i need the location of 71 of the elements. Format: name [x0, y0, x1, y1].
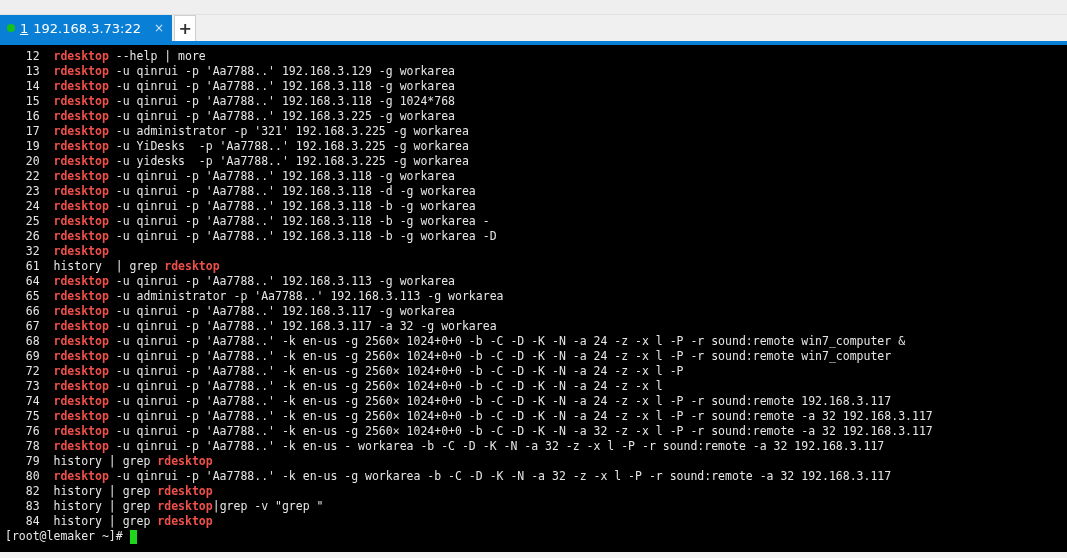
line-number: 20 [24, 154, 40, 169]
session-tab[interactable]: 1 192.168.3.73:22 × [0, 15, 173, 41]
command-text: history | grep rdesktop|grep -v "grep " [53, 499, 324, 514]
command-text: rdesktop -u qinrui -p 'Aa7788..' 192.168.3.117 -g workarea [53, 304, 456, 319]
line-number: 76 [24, 424, 40, 439]
command-text: rdesktop -u qinrui -p 'Aa7788..' -k en-us -g 2560× 1024+0+0 -b -C -D -K -N -a 24 -z -x l [53, 379, 663, 394]
line-number: 23 [24, 184, 40, 199]
line-number: 73 [24, 379, 40, 394]
line-number: 64 [24, 274, 40, 289]
command-text: rdesktop -u qinrui -p 'Aa7788..' -k en-us -g 2560× 1024+0+0 -b -C -D -K -N -a 24 -z -x l -P -r sound:remote 192.168.3.117 [53, 394, 892, 409]
command-text: rdesktop -u qinrui -p 'Aa7788..' 192.168.3.113 -g workarea [53, 274, 456, 289]
command-text: history | grep rdesktop [53, 454, 213, 469]
command-text: rdesktop -u qinrui -p 'Aa7788..' 192.168.3.129 -g workarea [53, 64, 456, 79]
line-number: 83 [24, 499, 40, 514]
line-number: 84 [24, 514, 40, 529]
command-text: rdesktop -u qinrui -p 'Aa7788..' 192.168.3.118 -b -g workarea - [53, 214, 490, 229]
line-number: 72 [24, 364, 40, 379]
command-text: rdesktop -u qinrui -p 'Aa7788..' 192.168.3.118 -d -g workarea [53, 184, 476, 199]
command-text: rdesktop -u yidesks -p 'Aa7788..' 192.168.3.225 -g workarea [53, 154, 469, 169]
text-cursor [129, 529, 137, 544]
command-text: rdesktop [53, 244, 109, 259]
new-tab-button[interactable]: + [174, 15, 197, 41]
line-number: 68 [24, 334, 40, 349]
command-text: rdesktop -u administrator -p 'Aa7788..' 192.168.3.113 -g workarea [53, 289, 504, 304]
command-text: rdesktop -u qinrui -p 'Aa7788..' -k en-us -g workarea -b -C -D -K -N -a 32 -z -x l -P -r sound:remote -a 32 192.168.3.117 [53, 469, 892, 484]
command-text: rdesktop -u qinrui -p 'Aa7788..' 192.168.3.225 -g workarea [53, 109, 456, 124]
close-button[interactable]: × [154, 21, 165, 35]
command-text: rdesktop -u qinrui -p 'Aa7788..' -k en-us -g 2560× 1024+0+0 -b -C -D -K -N -a 24 -z -x l -P [53, 364, 684, 379]
line-number: 19 [24, 139, 40, 154]
line-number: 69 [24, 349, 40, 364]
command-text: history | grep rdesktop [53, 484, 213, 499]
line-number: 65 [24, 289, 40, 304]
command-text: rdesktop -u qinrui -p 'Aa7788..' -k en-us -g 2560× 1024+0+0 -b -C -D -K -N -a 24 -z -x l -P -r sound:remote win7_computer & [53, 334, 906, 349]
command-text: rdesktop -u qinrui -p 'Aa7788..' -k en-us -g 2560× 1024+0+0 -b -C -D -K -N -a 32 -z -x l -P -r sound:remote -a 32 192.168.3.117 [53, 424, 933, 439]
command-text: history | grep rdesktop [53, 259, 220, 274]
line-number: 14 [24, 79, 40, 94]
line-number: 25 [24, 214, 40, 229]
command-text: rdesktop -u qinrui -p 'Aa7788..' 192.168.3.117 -a 32 -g workarea [53, 319, 497, 334]
command-text: rdesktop -u qinrui -p 'Aa7788..' 192.168.3.118 -b -g workarea [53, 199, 476, 214]
command-text: rdesktop -u YiDesks -p 'Aa7788..' 192.168.3.225 -g workarea [53, 139, 469, 154]
command-text: rdesktop -u qinrui -p 'Aa7788..' -k en-us - workarea -b -C -D -K -N -a 32 -z -x l -P -r sound:remote -a 32 192.168.3.117 [53, 439, 885, 454]
command-text: rdesktop -u qinrui -p 'Aa7788..' -k en-us -g 2560× 1024+0+0 -b -C -D -K -N -a 24 -z -x l -P -r sound:remote win7_computer [53, 349, 892, 364]
line-number: 75 [24, 409, 40, 424]
tab-label: 192.168.3.73:22 [33, 20, 142, 36]
command-text: rdesktop -u qinrui -p 'Aa7788..' 192.168.3.118 -g workarea [53, 169, 456, 184]
line-number: 78 [24, 439, 40, 454]
line-number: 74 [24, 394, 40, 409]
command-text: rdesktop -u qinrui -p 'Aa7788..' 192.168.3.118 -g workarea [53, 79, 456, 94]
shell-prompt: [root@lemaker ~]# [5, 529, 123, 544]
tab-number: 1 [20, 20, 29, 36]
line-number: 61 [24, 259, 40, 274]
line-number: 79 [24, 454, 40, 469]
line-number: 15 [24, 94, 40, 109]
command-text: rdesktop -u qinrui -p 'Aa7788..' 192.168.3.118 -b -g workarea -D [53, 229, 497, 244]
command-text: rdesktop -u qinrui -p 'Aa7788..' -k en-us -g 2560× 1024+0+0 -b -C -D -K -N -a 24 -z -x l -P -r sound:remote -a 32 192.168.3.117 [53, 409, 933, 424]
line-number: 66 [24, 304, 40, 319]
line-number: 26 [24, 229, 40, 244]
line-number: 13 [24, 64, 40, 79]
command-text: history | grep rdesktop [53, 514, 213, 529]
command-text: rdesktop -u qinrui -p 'Aa7788..' 192.168.3.118 -g 1024*768 [53, 94, 456, 109]
line-number: 16 [24, 109, 40, 124]
line-number: 67 [24, 319, 40, 334]
line-number: 80 [24, 469, 40, 484]
line-number: 12 [24, 49, 40, 64]
line-number: 24 [24, 199, 40, 214]
command-text: rdesktop -u administrator -p '321' 192.168.3.225 -g workarea [53, 124, 469, 139]
line-number: 32 [24, 244, 40, 259]
line-number: 22 [24, 169, 40, 184]
line-number: 17 [24, 124, 40, 139]
line-number: 82 [24, 484, 40, 499]
command-text: rdesktop --help | more [53, 49, 206, 64]
